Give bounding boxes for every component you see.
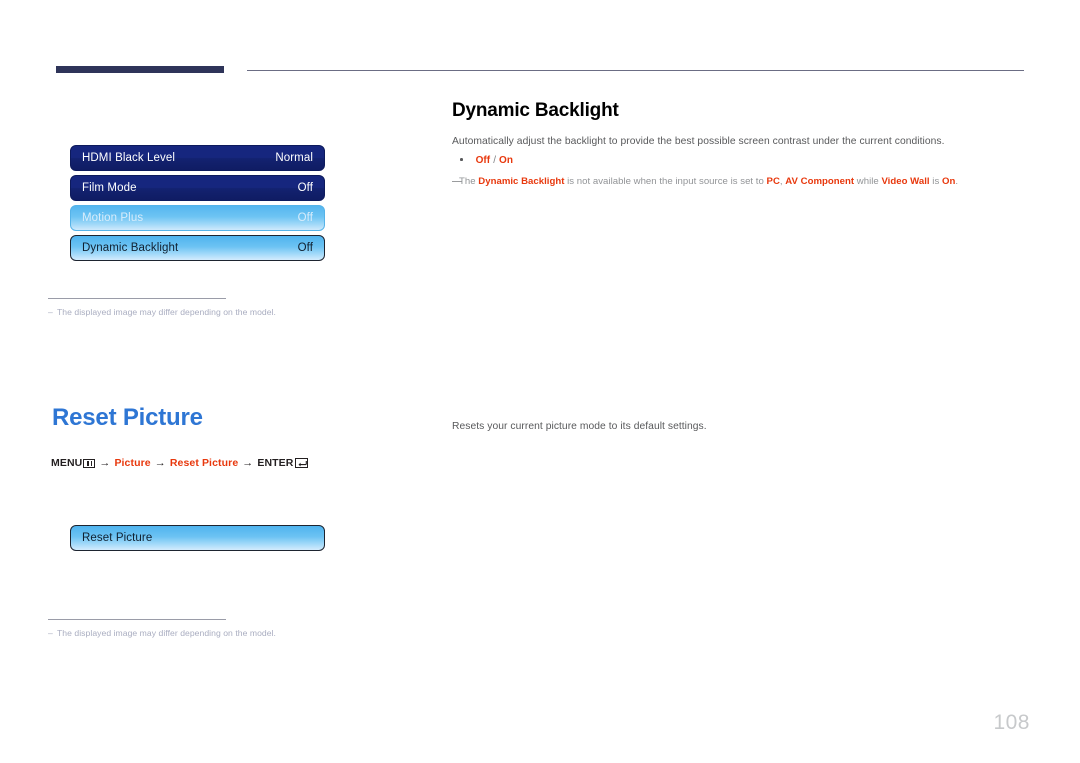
note-divider (48, 619, 226, 620)
bullet-options: Off / On (460, 155, 513, 166)
osd-row-dynamic-backlight[interactable]: Dynamic Backlight Off (70, 235, 325, 261)
note-part: . (955, 176, 959, 187)
option-off: Off (475, 155, 491, 166)
osd-row-label: Motion Plus (82, 212, 144, 224)
osd-row-reset-picture[interactable]: Reset Picture (70, 525, 325, 551)
note-text: The displayed image may differ depending… (57, 628, 276, 638)
osd-row-label: Dynamic Backlight (82, 242, 179, 254)
osd-row-value: Normal (275, 152, 313, 164)
note-dash: – (48, 628, 53, 638)
menu-grid-icon (83, 458, 96, 468)
osd-row-film-mode[interactable]: Film Mode Off (70, 175, 325, 201)
osd-menu-reset-picture: Reset Picture (70, 525, 325, 551)
osd-menu-picture-settings: HDMI Black Level Normal Film Mode Off Mo… (70, 145, 325, 265)
note-dash: – (48, 307, 53, 317)
note-top: – The displayed image may differ dependi… (48, 307, 378, 318)
page-heading-dynamic-backlight: Dynamic Backlight (452, 100, 619, 121)
breadcrumb-item-picture[interactable]: Picture (114, 457, 150, 469)
note-term-video-wall: Video Wall (881, 176, 930, 187)
osd-row-value: Off (297, 212, 313, 224)
page-number: 108 (993, 711, 1030, 734)
left-column: HDMI Black Level Normal Film Mode Off Mo… (0, 0, 440, 763)
osd-row-value: Off (297, 182, 313, 194)
breadcrumb-menu-label: MENU (51, 457, 83, 469)
note-dynamic-backlight-availability: — The Dynamic Backlight is not available… (452, 176, 1052, 189)
bullet-dot-icon (460, 158, 463, 161)
breadcrumb-arrow: → (154, 457, 166, 469)
note-bottom: – The displayed image may differ dependi… (48, 628, 378, 639)
note-dash: — (452, 176, 462, 187)
page-title-reset-picture: Reset Picture (52, 404, 203, 431)
note-text: The displayed image may differ depending… (57, 307, 276, 317)
note-term-pc: PC (766, 176, 780, 187)
note-block-bottom: – The displayed image may differ dependi… (48, 619, 378, 639)
breadcrumb-arrow: → (242, 457, 254, 469)
note-part: is (929, 176, 942, 187)
breadcrumb-arrow: → (99, 457, 111, 469)
option-separator: / (493, 155, 497, 166)
note-part: is not available when the input source i… (564, 176, 767, 187)
osd-row-label: Film Mode (82, 182, 137, 194)
note-part: The (459, 176, 479, 187)
note-term-on: On (941, 176, 956, 187)
description-dynamic-backlight: Automatically adjust the backlight to pr… (452, 136, 945, 147)
note-body: The Dynamic Backlight is not available w… (459, 176, 958, 189)
osd-row-value: Off (297, 242, 313, 254)
note-divider (48, 298, 226, 299)
note-term-av-component: AV Component (785, 176, 855, 187)
note-part: while (854, 176, 882, 187)
right-column: Dynamic Backlight Automatically adjust t… (452, 0, 1052, 763)
osd-row-label: HDMI Black Level (82, 152, 175, 164)
breadcrumb-enter-label: ENTER (257, 457, 294, 469)
osd-row-motion-plus[interactable]: Motion Plus Off (70, 205, 325, 231)
note-block-top: – The displayed image may differ dependi… (48, 298, 378, 318)
breadcrumb: MENU → Picture → Reset Picture → ENTER (51, 457, 309, 469)
enter-return-icon (295, 458, 309, 468)
option-on: On (499, 155, 514, 166)
description-reset-picture: Resets your current picture mode to its … (452, 421, 707, 432)
osd-row-hdmi-black-level[interactable]: HDMI Black Level Normal (70, 145, 325, 171)
osd-row-label: Reset Picture (82, 532, 153, 544)
note-term-dynamic-backlight: Dynamic Backlight (478, 176, 565, 187)
breadcrumb-item-reset-picture[interactable]: Reset Picture (170, 457, 238, 469)
